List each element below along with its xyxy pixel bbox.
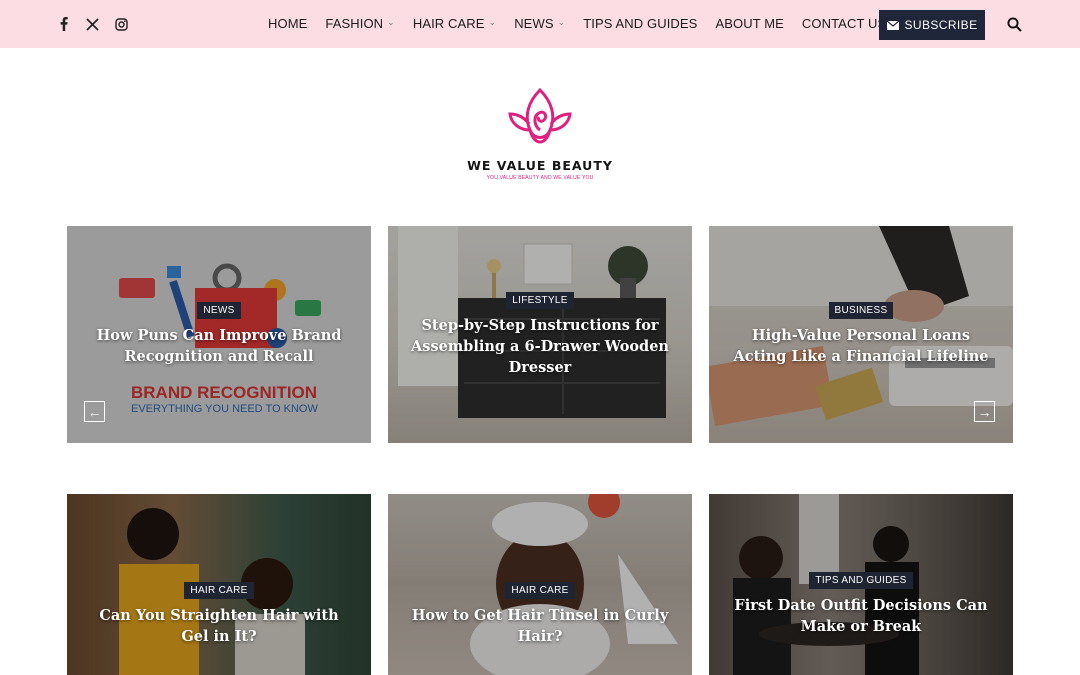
- post-card[interactable]: HAIR CARE How to Get Hair Tinsel in Curl…: [388, 494, 692, 675]
- nav-label: FASHION: [325, 16, 384, 31]
- card-content: HAIR CARE Can You Straighten Hair with G…: [87, 494, 351, 675]
- chevron-down-icon: ⌄: [557, 17, 566, 27]
- nav-label: HAIR CARE: [412, 16, 485, 31]
- card-content: NEWS How Puns Can Improve Brand Recognit…: [87, 226, 351, 443]
- main-nav: HOME FASHION ⌄ HAIR CARE ⌄ NEWS ⌄ TIPS AND …: [268, 16, 904, 31]
- subscribe-button[interactable]: SUBSCRIBE: [879, 10, 985, 40]
- logo-title: WE VALUE BEAUTY: [467, 158, 613, 173]
- chevron-down-icon: ⌄: [488, 17, 497, 27]
- nav-item-tips-and-guides[interactable]: TIPS AND GUIDES: [583, 16, 697, 31]
- nav-label: TIPS AND GUIDES: [583, 16, 698, 31]
- nav-item-contact-us[interactable]: CONTACT US: [802, 16, 886, 31]
- slider-card[interactable]: LIFESTYLE Step-by-Step Instructions for …: [388, 226, 692, 443]
- post-card[interactable]: TIPS AND GUIDES First Date Outfit Decisi…: [709, 494, 1013, 675]
- card-content: LIFESTYLE Step-by-Step Instructions for …: [408, 226, 672, 443]
- card-title[interactable]: Step-by-Step Instructions for Assembling…: [408, 315, 672, 378]
- search-icon[interactable]: [1007, 17, 1022, 32]
- category-badge[interactable]: NEWS: [197, 302, 241, 319]
- category-badge[interactable]: HAIR CARE: [505, 582, 575, 599]
- category-badge[interactable]: BUSINESS: [828, 302, 894, 319]
- nav-item-news[interactable]: NEWS ⌄: [514, 16, 565, 31]
- arrow-left-icon[interactable]: ←: [84, 401, 105, 422]
- card-content: TIPS AND GUIDES First Date Outfit Decisi…: [729, 494, 993, 675]
- category-badge[interactable]: LIFESTYLE: [506, 291, 574, 309]
- card-title[interactable]: How Puns Can Improve Brand Recognition a…: [87, 325, 351, 367]
- card-title[interactable]: Can You Straighten Hair with Gel in It?: [87, 605, 351, 647]
- nav-item-hair-care[interactable]: HAIR CARE ⌄: [413, 16, 496, 31]
- top-bar: HOME FASHION ⌄ HAIR CARE ⌄ NEWS ⌄ TIPS AND …: [0, 0, 1080, 48]
- nav-label: NEWS: [514, 16, 554, 31]
- x-icon[interactable]: [85, 15, 100, 33]
- category-badge[interactable]: HAIR CARE: [184, 582, 254, 599]
- nav-item-fashion[interactable]: FASHION ⌄: [325, 16, 394, 31]
- subscribe-label: SUBSCRIBE: [904, 18, 978, 32]
- nav-label: HOME: [268, 16, 308, 31]
- instagram-icon[interactable]: [114, 15, 129, 33]
- card-content: HAIR CARE How to Get Hair Tinsel in Curl…: [408, 494, 672, 675]
- social-links: [56, 15, 129, 33]
- arrow-right-icon[interactable]: →: [974, 401, 995, 422]
- card-title[interactable]: First Date Outfit Decisions Can Make or …: [729, 595, 993, 637]
- slider-card[interactable]: BRAND RECOGNITION EVERYTHING YOU NEED TO…: [67, 226, 371, 443]
- logo-tagline: YOU VALUE BEAUTY AND WE VALUE YOU: [486, 175, 594, 181]
- nav-label: CONTACT US: [801, 16, 887, 31]
- chevron-down-icon: ⌄: [387, 17, 395, 27]
- nav-label: ABOUT ME: [715, 16, 784, 31]
- facebook-icon[interactable]: [56, 15, 71, 33]
- slider-card[interactable]: BUSINESS High-Value Personal Loans Actin…: [709, 226, 1013, 443]
- envelope-icon: [886, 20, 899, 30]
- card-title[interactable]: High-Value Personal Loans Acting Like a …: [729, 325, 993, 367]
- site-logo[interactable]: WE VALUE BEAUTY YOU VALUE BEAUTY AND WE …: [460, 84, 620, 184]
- post-card[interactable]: HAIR CARE Can You Straighten Hair with G…: [67, 494, 371, 675]
- nav-item-home[interactable]: HOME: [268, 16, 307, 31]
- lotus-logo-icon: [508, 87, 572, 144]
- card-title[interactable]: How to Get Hair Tinsel in Curly Hair?: [408, 605, 672, 647]
- category-badge[interactable]: TIPS AND GUIDES: [809, 572, 913, 589]
- card-content: BUSINESS High-Value Personal Loans Actin…: [729, 226, 993, 443]
- nav-item-about-me[interactable]: ABOUT ME: [715, 16, 783, 31]
